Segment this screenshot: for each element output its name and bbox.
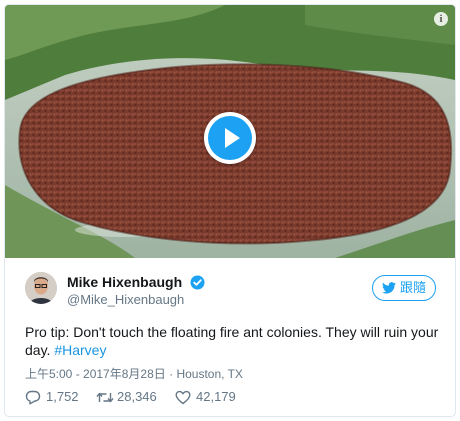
info-icon[interactable]: i [434, 12, 448, 26]
tweet-card: i Mike Hixenbaugh @Mike_Hixenbaugh 跟隨 Pr… [4, 4, 456, 417]
username[interactable]: @Mike_Hixenbaugh [67, 292, 184, 307]
follow-button[interactable]: 跟隨 [372, 275, 436, 301]
like-count: 42,179 [196, 389, 236, 404]
tweet-text: Pro tip: Don't touch the floating fire a… [25, 323, 445, 359]
avatar[interactable] [25, 272, 57, 304]
location-link[interactable]: Houston, TX [176, 367, 242, 381]
timestamp-link[interactable]: 上午5:00 - 2017年8月28日 [25, 367, 166, 381]
reply-icon [25, 390, 41, 405]
display-name[interactable]: Mike Hixenbaugh [67, 274, 182, 290]
video-player[interactable]: i [5, 5, 455, 258]
meta-separator: · [169, 367, 174, 381]
verified-badge-icon [190, 275, 205, 290]
retweet-count: 28,346 [117, 389, 157, 404]
hashtag-link[interactable]: #Harvey [54, 342, 106, 358]
retweet-icon [96, 392, 114, 403]
play-icon [208, 116, 252, 160]
reply-count: 1,752 [46, 389, 79, 404]
tweet-meta: 上午5:00 - 2017年8月28日 · Houston, TX [25, 365, 243, 382]
follow-label: 跟隨 [399, 280, 426, 295]
play-button[interactable] [204, 112, 256, 164]
twitter-bird-icon [381, 281, 396, 294]
heart-icon [175, 390, 191, 405]
